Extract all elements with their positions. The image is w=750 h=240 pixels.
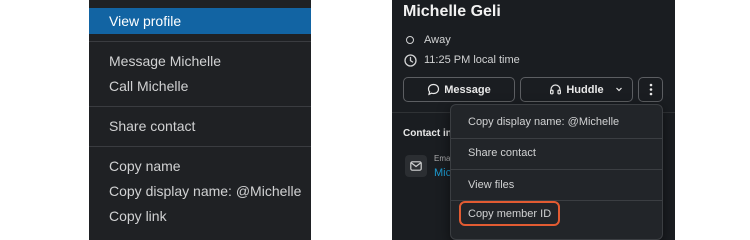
envelope-icon <box>405 155 427 177</box>
dropdown-divider <box>451 169 662 170</box>
dropdown-divider <box>451 138 662 139</box>
message-button-label: Message <box>444 83 491 96</box>
email-link[interactable]: Mic <box>434 167 451 179</box>
menu-item-copy-link[interactable]: Copy link <box>89 203 311 229</box>
menu-divider <box>89 41 311 42</box>
profile-context-menu: View profile Message Michelle Call Miche… <box>89 0 311 240</box>
dropdown-item-copy-member-id[interactable]: Copy member ID <box>451 201 662 227</box>
local-time-row: 11:25 PM local time <box>403 52 520 68</box>
away-dot-icon <box>403 33 417 47</box>
menu-item-message[interactable]: Message Michelle <box>89 48 311 74</box>
dropdown-item-share-contact[interactable]: Share contact <box>451 140 662 166</box>
screenshot-root: View profile Message Michelle Call Miche… <box>0 0 750 240</box>
huddle-button[interactable]: Huddle <box>520 77 633 102</box>
dropdown-item-view-files[interactable]: View files <box>451 172 662 198</box>
profile-name: Michelle Geli <box>403 3 501 20</box>
more-actions-button[interactable] <box>638 77 663 102</box>
dropdown-item-copy-display-name[interactable]: Copy display name: @Michelle <box>451 109 662 135</box>
profile-panel: Michelle Geli Away 11:25 PM local time M… <box>392 0 675 240</box>
huddle-button-label: Huddle <box>566 83 604 96</box>
menu-item-copy-name[interactable]: Copy name <box>89 153 311 179</box>
menu-item-call[interactable]: Call Michelle <box>89 73 311 99</box>
message-bubble-icon <box>427 83 440 96</box>
clock-icon <box>403 53 417 67</box>
message-button[interactable]: Message <box>403 77 515 102</box>
status-row: Away <box>403 32 451 48</box>
chevron-down-icon[interactable] <box>615 85 623 93</box>
menu-item-share-contact[interactable]: Share contact <box>89 113 311 139</box>
headphones-icon <box>549 83 562 96</box>
more-actions-dropdown: Copy display name: @Michelle Share conta… <box>450 104 663 240</box>
vertical-ellipsis-icon <box>649 83 653 96</box>
status-text: Away <box>424 34 451 46</box>
menu-divider <box>89 106 311 107</box>
email-label: Ema <box>434 154 451 163</box>
menu-divider <box>89 146 311 147</box>
menu-item-copy-display-name[interactable]: Copy display name: @Michelle <box>89 178 311 204</box>
menu-item-view-profile[interactable]: View profile <box>89 8 311 34</box>
local-time-text: 11:25 PM local time <box>424 54 520 66</box>
contact-info-heading: Contact in <box>403 128 452 139</box>
